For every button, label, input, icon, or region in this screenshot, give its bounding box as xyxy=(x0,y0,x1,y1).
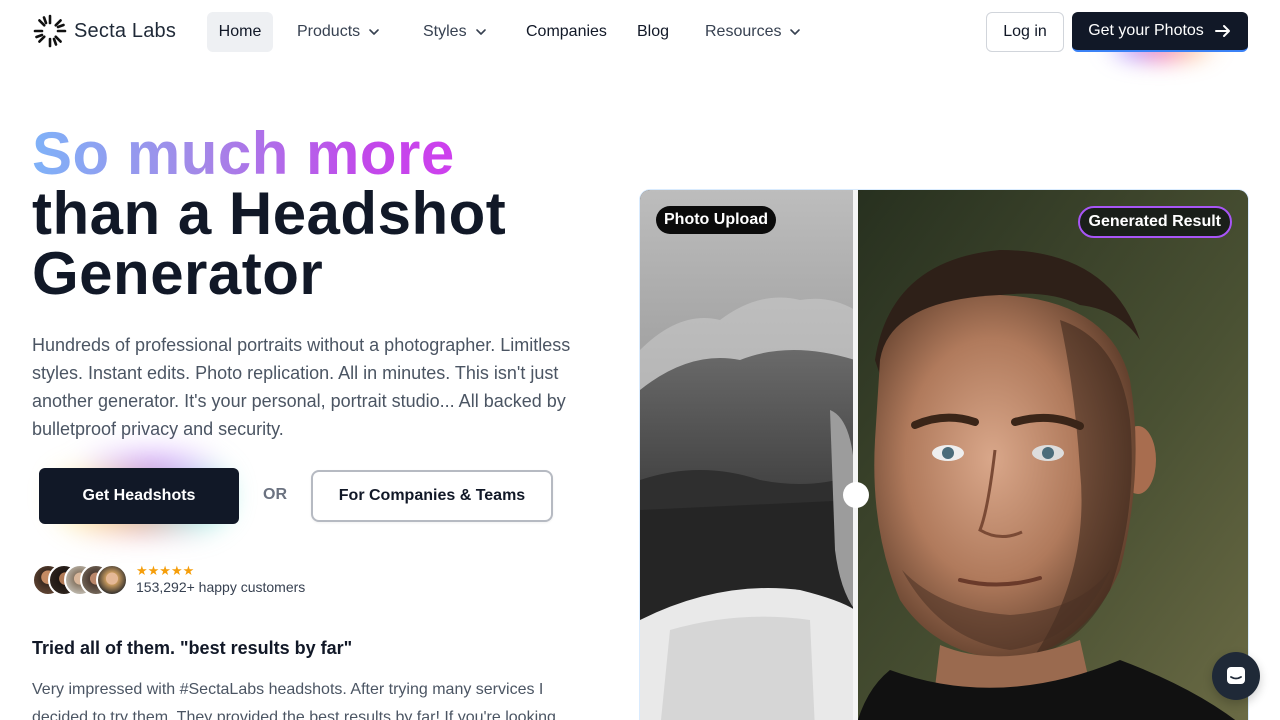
generated-result-badge: Generated Result xyxy=(1077,206,1232,238)
nav-item-home[interactable]: Home xyxy=(207,12,273,52)
chat-launcher-button[interactable] xyxy=(1212,652,1260,700)
chevron-down-icon xyxy=(790,29,801,35)
headline-line: than a Headshot xyxy=(32,180,507,247)
get-photos-button-wrapper: Get your Photos xyxy=(1072,12,1248,62)
logo[interactable]: Secta Labs xyxy=(32,13,176,49)
nav-item-products[interactable]: Products xyxy=(297,12,380,52)
get-photos-button[interactable]: Get your Photos xyxy=(1072,12,1248,52)
testimonial-body: Very impressed with #SectaLabs headshots… xyxy=(32,681,556,720)
avatar xyxy=(96,564,128,596)
companies-teams-button[interactable]: For Companies & Teams xyxy=(311,470,553,522)
comparison-slider-handle[interactable] xyxy=(843,482,869,508)
nav-item-resources[interactable]: Resources xyxy=(705,12,801,52)
nav-item-label: Resources xyxy=(705,23,782,40)
nav-item-blog[interactable]: Blog xyxy=(637,12,669,52)
nav-item-companies[interactable]: Companies xyxy=(526,12,607,52)
chevron-down-icon xyxy=(369,29,379,35)
logo-text: Secta Labs xyxy=(74,19,177,42)
nav-item-label: Styles xyxy=(423,23,467,40)
nav-item-label: Products xyxy=(297,23,361,40)
arrow-right-icon xyxy=(1214,25,1230,37)
chat-icon xyxy=(1227,667,1245,684)
nav-item-label: Companies xyxy=(526,23,607,40)
photo-upload-badge: Photo Upload xyxy=(656,206,776,234)
login-button[interactable]: Log in xyxy=(986,12,1064,52)
before-after-comparison[interactable]: Photo Upload Generated Result xyxy=(640,190,1248,720)
nav-item-label: Blog xyxy=(637,23,670,40)
chevron-down-icon xyxy=(475,29,486,35)
headline-line: Generator xyxy=(32,240,324,307)
logo-mark-icon xyxy=(33,14,67,48)
top-navigation: Secta Labs Home Products Styles Companie… xyxy=(0,0,1280,64)
testimonial-title: Tried all of them. "best results by far" xyxy=(32,638,353,658)
customers-count: 153,292+ happy customers xyxy=(136,579,306,595)
or-separator: OR xyxy=(263,486,287,503)
get-headshots-button[interactable]: Get Headshots xyxy=(39,468,239,524)
rating-stars: ★★★★★ xyxy=(136,563,195,578)
comparison-divider xyxy=(853,190,858,720)
hero-description: Hundreds of professional portraits witho… xyxy=(32,335,571,439)
get-photos-label: Get your Photos xyxy=(1088,22,1204,39)
headline-gradient-line: So much more xyxy=(32,124,506,184)
hero-headline: So much more than a Headshot Generator xyxy=(32,124,506,304)
nav-item-label: Home xyxy=(218,23,262,40)
comparison-image xyxy=(640,190,1248,720)
nav-item-styles[interactable]: Styles xyxy=(423,12,487,52)
